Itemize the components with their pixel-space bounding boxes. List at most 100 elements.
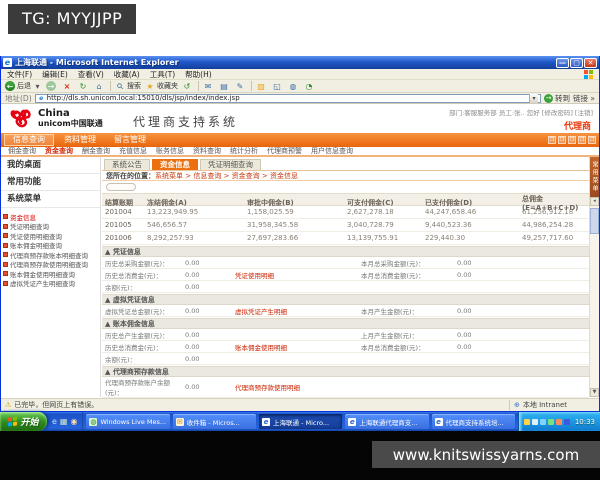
address-input[interactable]: e http://dls.sh.unicom.local:15010/dls/j… [35,94,541,103]
filter-pill[interactable] [106,183,136,191]
menu-item[interactable]: 编辑(E) [42,69,68,80]
back-button[interactable]: ← 后退 [5,81,31,91]
toolbar-button-icon: × [62,81,72,91]
detail-link[interactable]: 凭证使用明细 [235,270,361,280]
menu-item[interactable]: 收藏(A) [114,69,140,80]
go-button[interactable]: → 转到 [544,93,570,104]
minimize-button[interactable]: — [556,58,569,68]
detail-link[interactable]: 虚拟凭证产生明细 [235,306,361,316]
collapse-strip-icon[interactable]: ◂ [590,197,599,206]
folder-button[interactable]: ▨ [256,81,268,91]
menu-item[interactable]: 查看(V) [78,69,104,80]
start-button[interactable]: 开始 [0,412,47,431]
discuss-button[interactable]: ◔ [304,81,316,91]
content-tab[interactable]: 资金信息 [152,159,198,170]
breadcrumb-link[interactable]: 资金查询 [221,172,259,180]
info-label-right: 本月产生金额(元)： [361,306,457,316]
nav-tab[interactable]: 信息查询 [4,134,54,146]
subnav-item[interactable]: 账务信息 [156,146,184,156]
history-button[interactable]: ↺ [182,81,194,91]
subnav-item[interactable]: 资金查询 [45,146,73,156]
subnav-item[interactable]: 充值信息 [119,146,147,156]
sidebar-section-header[interactable]: 系统菜单 [1,191,100,208]
sidebar-item[interactable]: 代理商预存款使用明细查询 [3,260,98,270]
navbar-tool-icon[interactable]: ❐ [548,136,556,144]
detail-link[interactable]: 代理商预存款使用明细 [235,382,361,392]
address-label: 地址(D) [5,93,32,104]
edit-button[interactable]: ✎ [235,81,247,91]
stop-button[interactable]: × [62,81,74,91]
ie-quicklaunch-icon[interactable]: e [52,417,57,426]
navbar-tool-icon[interactable]: ❐ [588,136,596,144]
links-label[interactable]: 链接 » [573,93,595,104]
detail-link[interactable]: 账本佣金使用明细 [235,342,361,352]
messenger-button[interactable]: ◍ [288,81,300,91]
navbar-tool-icon[interactable]: ❐ [558,136,566,144]
nav-tab[interactable]: 资料管理 [56,134,104,146]
forward-button[interactable]: → [46,81,58,91]
toolbar-button-icon: ✎ [235,81,245,91]
search-button[interactable]: ⚲ 搜索 [115,81,141,91]
close-button[interactable]: ✕ [584,58,597,68]
sidebar-section-header[interactable]: 我的桌面 [1,157,100,174]
tray-antivirus-icon[interactable] [564,419,570,425]
toolbar-button-icon: ← [5,81,15,91]
sidebar-item[interactable]: 虚拟凭证产生明细查询 [3,279,98,289]
navbar-tool-icon[interactable]: ❐ [568,136,576,144]
address-dropdown-icon[interactable]: ▾ [529,94,538,103]
content-tab[interactable]: 系统公告 [104,159,150,170]
refresh-button[interactable]: ↻ [78,81,90,91]
tray-volume-icon[interactable] [532,419,538,425]
show-desktop-icon[interactable]: ▦ [60,417,68,426]
content-tab[interactable]: 凭证明细查询 [200,159,261,170]
tray-update-icon[interactable] [556,419,562,425]
navbar-tool-icon[interactable]: ❐ [578,136,586,144]
menu-item[interactable]: 工具(T) [150,69,175,80]
taskbar-window-button[interactable]: e 代理商支持系统培... [432,414,515,429]
scrollbar-track[interactable] [590,206,599,388]
breadcrumb-link[interactable]: 信息查询 [183,172,221,180]
info-row: 历史总消费金(元)： 0.00 账本佣金使用明细 本月总消费金额(元)： 0.0… [102,341,589,353]
print-button[interactable]: ▤ [219,81,231,91]
media-player-icon[interactable]: ◉ [70,417,77,426]
subnav-item[interactable]: 佣金查询 [8,146,36,156]
subnav-item[interactable]: 用户信息查询 [311,146,353,156]
sidebar-item[interactable]: 资金信息 [3,212,98,222]
taskbar-window-button[interactable]: ◍ Windows Live Mes... [86,414,169,429]
fullscreen-button[interactable]: ◱ [272,81,284,91]
home-button[interactable]: ⌂ [94,81,106,91]
taskbar-window-button[interactable]: ✉ 收件箱 - Micros... [173,414,256,429]
cell-payable: 3,040,728.79 [344,221,422,229]
subnav-item[interactable]: 资料查询 [193,146,221,156]
sidebar-item[interactable]: 账本佣金明细查询 [3,241,98,251]
tray-shield-icon[interactable] [524,419,530,425]
breadcrumb-link[interactable]: 系统菜单 [155,172,183,180]
sidebar-section-header[interactable]: 常用功能 [1,174,100,191]
info-sections: ▲ 凭证信息 历史总采购金额(元)： 0.00 本月总采购金额(元)： 0.00… [102,246,589,398]
nav-tab[interactable]: 留言管理 [106,134,154,146]
side-strip-label[interactable]: 常用菜单 [590,157,599,197]
mail-button[interactable]: ✉ [203,81,215,91]
taskbar-window-button[interactable]: e 上海联通代理商支... [345,414,428,429]
subnav-item[interactable]: 代理商预警 [267,146,302,156]
menu-item[interactable]: 文件(F) [7,69,32,80]
sidebar-item[interactable]: 凭证使用明细查询 [3,231,98,241]
scroll-down-icon[interactable]: ▼ [590,388,599,397]
sidebar-item[interactable]: 代理商预存款账本明细查询 [3,250,98,260]
favorites-button[interactable]: ★ 收藏夹 [145,81,178,91]
breadcrumb-link[interactable]: 资金信息 [260,172,298,180]
scrollbar-thumb[interactable] [590,208,599,234]
maximize-button[interactable]: ▢ [570,58,583,68]
sidebar-item[interactable]: 凭证明细查询 [3,222,98,232]
menu-item[interactable]: 帮助(H) [185,69,212,80]
clock[interactable]: 10:33 [575,418,595,426]
taskbar-window-button[interactable]: e 上海联通 - Micro... [259,414,342,429]
tray-network-icon[interactable] [540,419,546,425]
sidebar: 我的桌面常用功能系统菜单 资金信息 凭证明细查询 [1,157,101,397]
subnav-item[interactable]: 酬金查询 [82,146,110,156]
tray-messenger-icon[interactable] [548,419,554,425]
toolbar-button-icon: ◱ [272,81,282,91]
back-dropdown[interactable]: ▾ [35,81,42,91]
sidebar-item[interactable]: 账本佣金使用明细查询 [3,269,98,279]
subnav-item[interactable]: 统计分析 [230,146,258,156]
